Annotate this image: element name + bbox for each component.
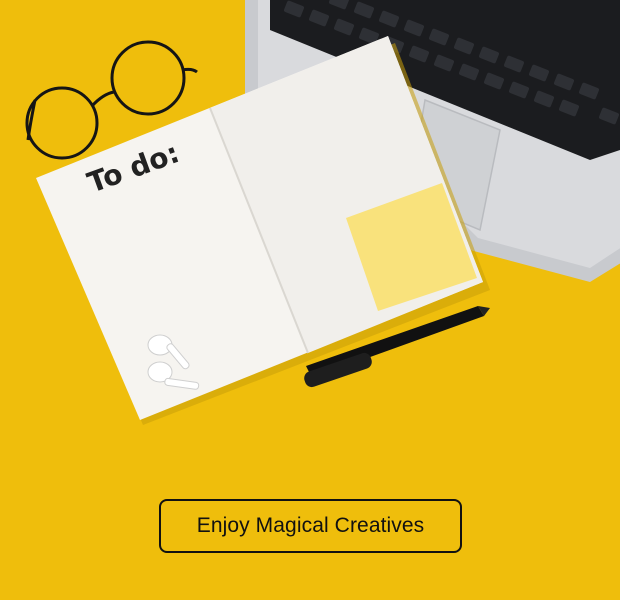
hero-image: To do: <box>0 0 620 460</box>
cta-label: Enjoy Magical Creatives <box>196 514 425 537</box>
desk-flatlay-illustration: To do: <box>25 0 620 425</box>
enjoy-magical-creatives-button[interactable]: Enjoy Magical Creatives <box>159 499 462 553</box>
